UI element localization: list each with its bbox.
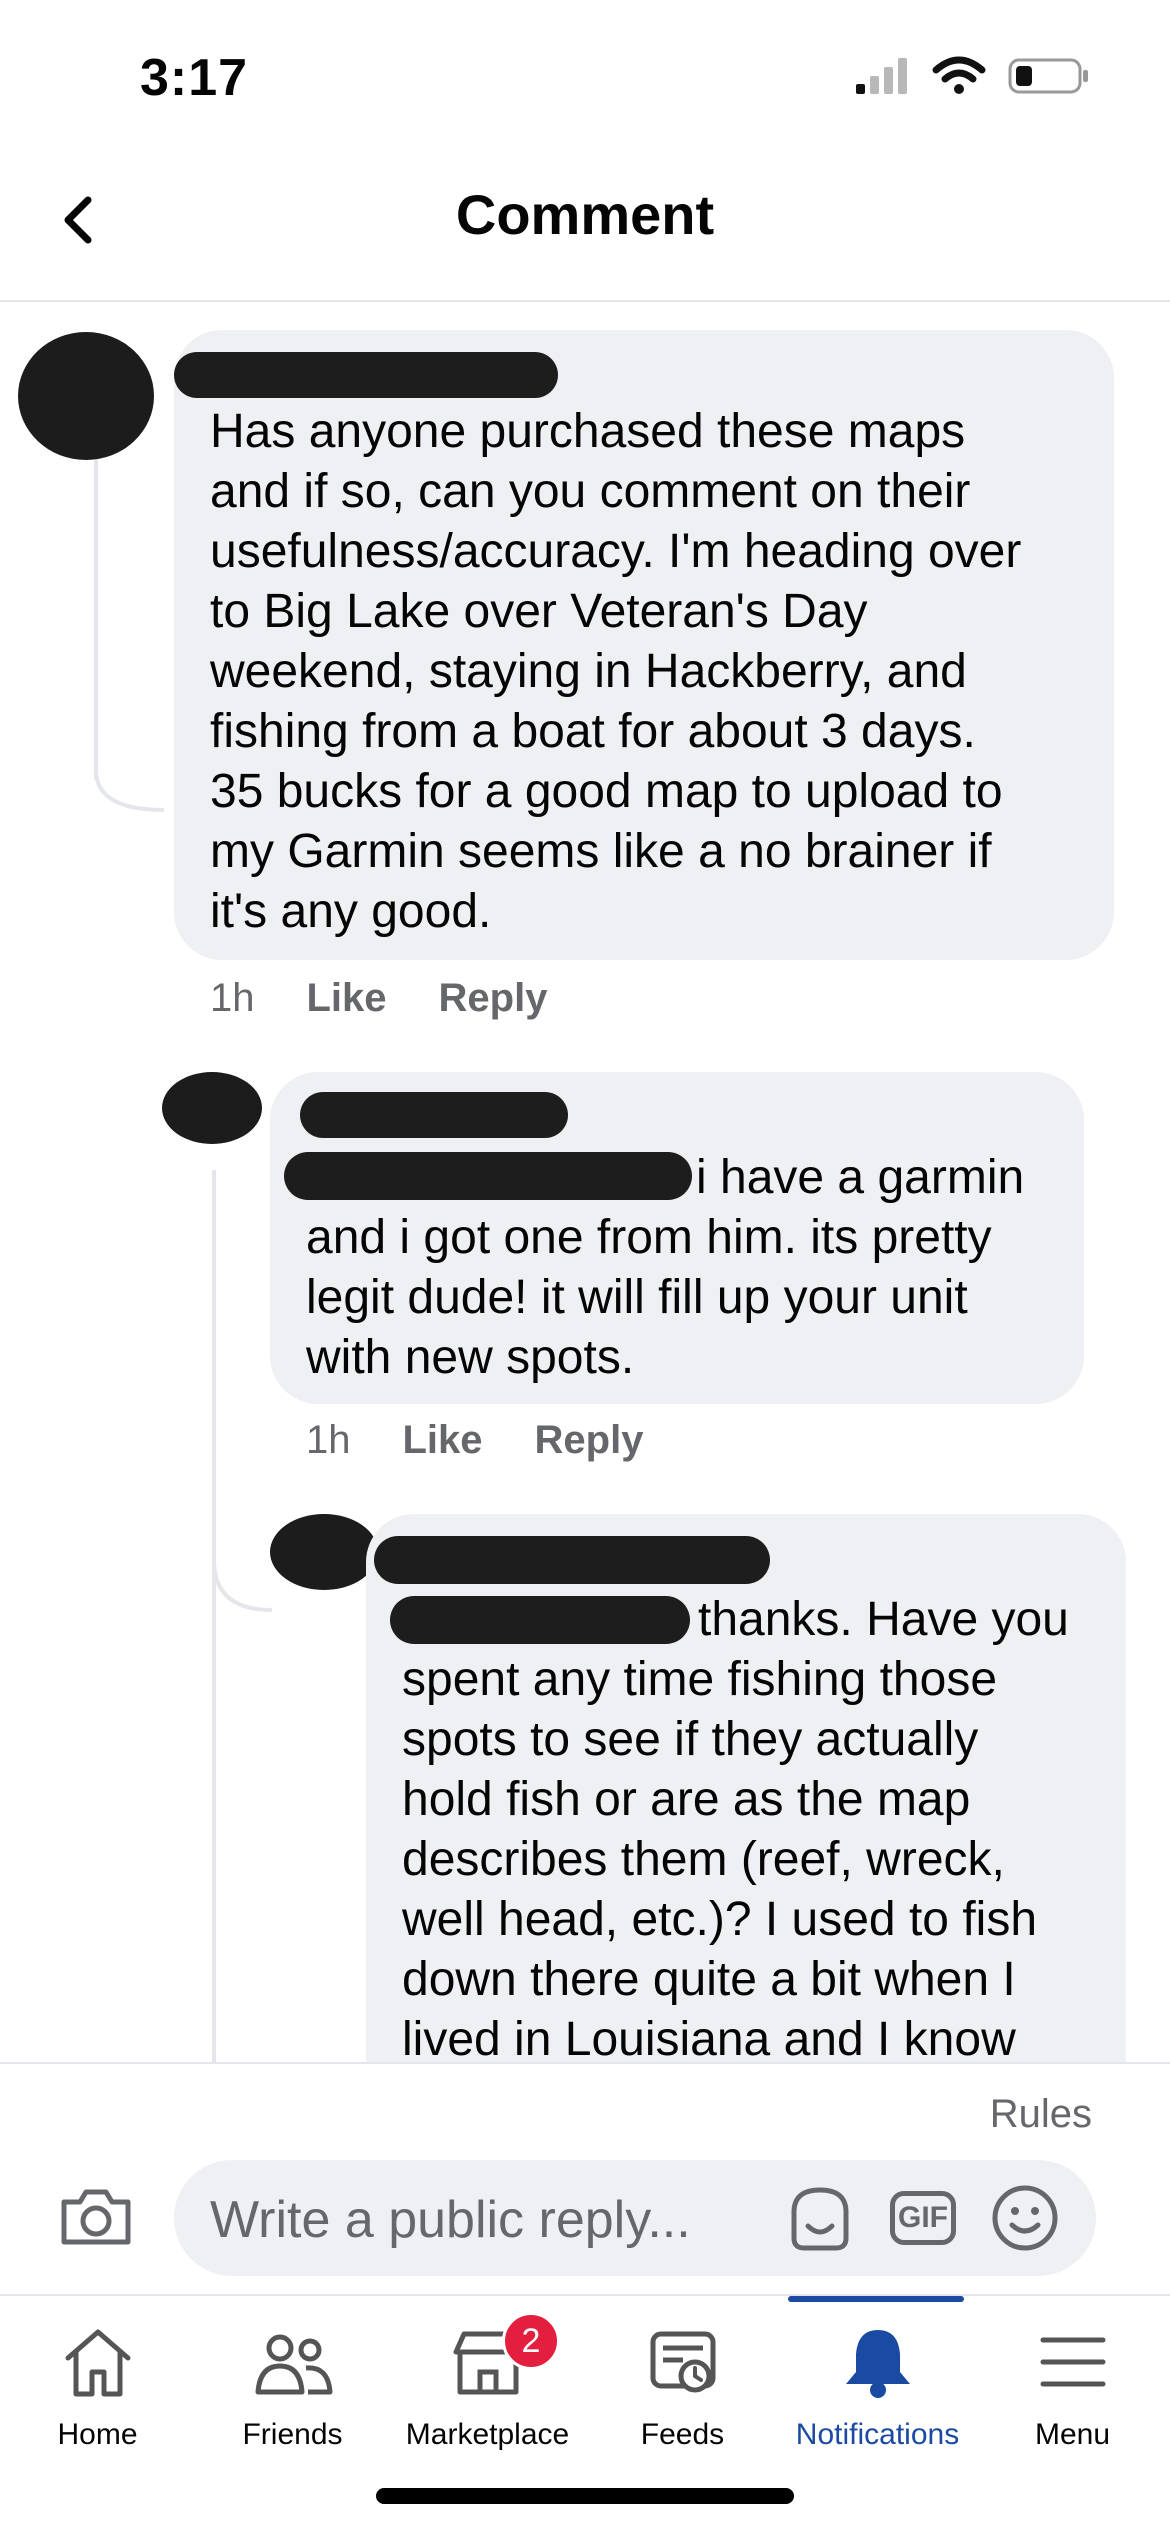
status-bar: 3:17	[0, 0, 1170, 150]
comment-line: to Big Lake over Veteran's Day	[210, 585, 868, 638]
comment-line: down there quite a bit when I	[402, 1953, 1016, 2006]
notification-badge: 2	[502, 2312, 560, 2370]
comment-actions: 1h Like Reply	[210, 976, 547, 1021]
tab-feeds[interactable]: Feeds	[585, 2296, 780, 2496]
home-indicator[interactable]	[376, 2488, 794, 2504]
comment-line: well head, etc.)? I used to fish	[402, 1893, 1038, 1946]
reply-input[interactable]: Write a public reply... GIF	[174, 2160, 1096, 2276]
comment-timestamp: 1h	[306, 1418, 351, 1462]
battery-icon	[1008, 58, 1088, 94]
tab-label: Friends	[242, 2418, 343, 2451]
reply-composer: Rules Write a public reply... GIF	[0, 2062, 1170, 2296]
avatar-sticker-icon[interactable]	[784, 2182, 856, 2254]
redacted-author-name[interactable]	[174, 352, 558, 398]
rules-link[interactable]: Rules	[990, 2092, 1092, 2137]
status-icons	[854, 56, 1090, 96]
emoji-icon[interactable]	[990, 2183, 1060, 2253]
tab-marketplace[interactable]: 2 Marketplace	[390, 2296, 585, 2496]
comment-line: and if so, can you comment on their	[210, 465, 971, 518]
comment-line: fishing from a boat for about 3 days.	[210, 705, 976, 758]
feeds-icon	[650, 2331, 715, 2393]
cellular-signal-icon	[856, 58, 907, 94]
comment-line: hold fish or are as the map	[402, 1773, 971, 1826]
menu-icon	[1040, 2337, 1105, 2387]
bell-icon	[845, 2330, 910, 2398]
tab-label: Menu	[1034, 2418, 1111, 2451]
comment-line: Has anyone purchased these maps	[210, 405, 966, 458]
like-button[interactable]: Like	[307, 976, 387, 1021]
comment-line: it's any good.	[210, 885, 492, 938]
like-button[interactable]: Like	[403, 1418, 483, 1463]
header: Comment	[0, 150, 1170, 302]
reply-input-placeholder: Write a public reply...	[210, 2191, 691, 2249]
comment-line: 35 bucks for a good map to upload to	[210, 765, 1003, 818]
thread-connector-curve	[94, 770, 164, 812]
comment-line: weekend, staying in Hackberry, and	[210, 645, 967, 698]
comment-line: lived in Louisiana and I know	[402, 2013, 1016, 2062]
reply-button[interactable]: Reply	[535, 1418, 644, 1463]
wifi-icon	[932, 56, 986, 94]
comment-line: and i got one from him. its pretty	[306, 1211, 992, 1264]
comment-text: i have a garmin and i got one from him. …	[306, 1148, 1024, 1388]
gif-icon[interactable]: GIF	[890, 2191, 956, 2245]
comment-line: legit dude! it will fill up your unit	[306, 1271, 968, 1324]
redacted-author-name[interactable]	[300, 1092, 568, 1138]
camera-icon[interactable]	[58, 2184, 134, 2248]
avatar[interactable]	[270, 1514, 378, 1590]
tab-label: Feeds	[640, 2418, 725, 2451]
tab-label: Marketplace	[405, 2418, 570, 2451]
gif-label: GIF	[898, 2201, 948, 2234]
comment-thread[interactable]: Has anyone purchased these maps and if s…	[0, 300, 1170, 2062]
comment-line: my Garmin seems like a no brainer if	[210, 825, 992, 878]
status-time: 3:17	[140, 49, 249, 107]
comment-line: spots to see if they actually	[402, 1713, 979, 1766]
comment-actions: 1h Like Reply	[306, 1418, 643, 1463]
comment-timestamp: 1h	[210, 976, 255, 1020]
reply-button[interactable]: Reply	[439, 976, 548, 1021]
comment-text: Has anyone purchased these maps and if s…	[210, 402, 1021, 942]
comment-line: describes them (reef, wreck,	[402, 1833, 1005, 1886]
comment-line: usefulness/accuracy. I'm heading over	[210, 525, 1022, 578]
page-title: Comment	[455, 183, 715, 246]
tab-menu[interactable]: Menu	[975, 2296, 1170, 2496]
avatar[interactable]	[18, 332, 154, 460]
comment-text: thanks. Have you spent any time fishing …	[402, 1590, 1069, 2062]
comment-line: thanks. Have you	[698, 1593, 1069, 1646]
tab-friends[interactable]: Friends	[195, 2296, 390, 2496]
home-icon	[65, 2329, 130, 2397]
thread-connector	[94, 450, 98, 780]
tab-home[interactable]: Home	[0, 2296, 195, 2496]
composer-icons: GIF	[784, 2182, 1060, 2254]
tab-label: Notifications	[795, 2418, 960, 2451]
redacted-author-name[interactable]	[374, 1536, 770, 1584]
thread-connector	[212, 1610, 216, 2062]
comment-line: i have a garmin	[696, 1151, 1025, 1204]
comment-line: with new spots.	[306, 1331, 635, 1384]
friends-icon	[255, 2334, 332, 2395]
thread-connector-curve	[212, 1560, 272, 1612]
avatar[interactable]	[162, 1072, 262, 1144]
tab-notifications[interactable]: Notifications	[780, 2296, 975, 2496]
tab-label: Home	[57, 2418, 138, 2451]
comment-line: spent any time fishing those	[402, 1653, 998, 1706]
